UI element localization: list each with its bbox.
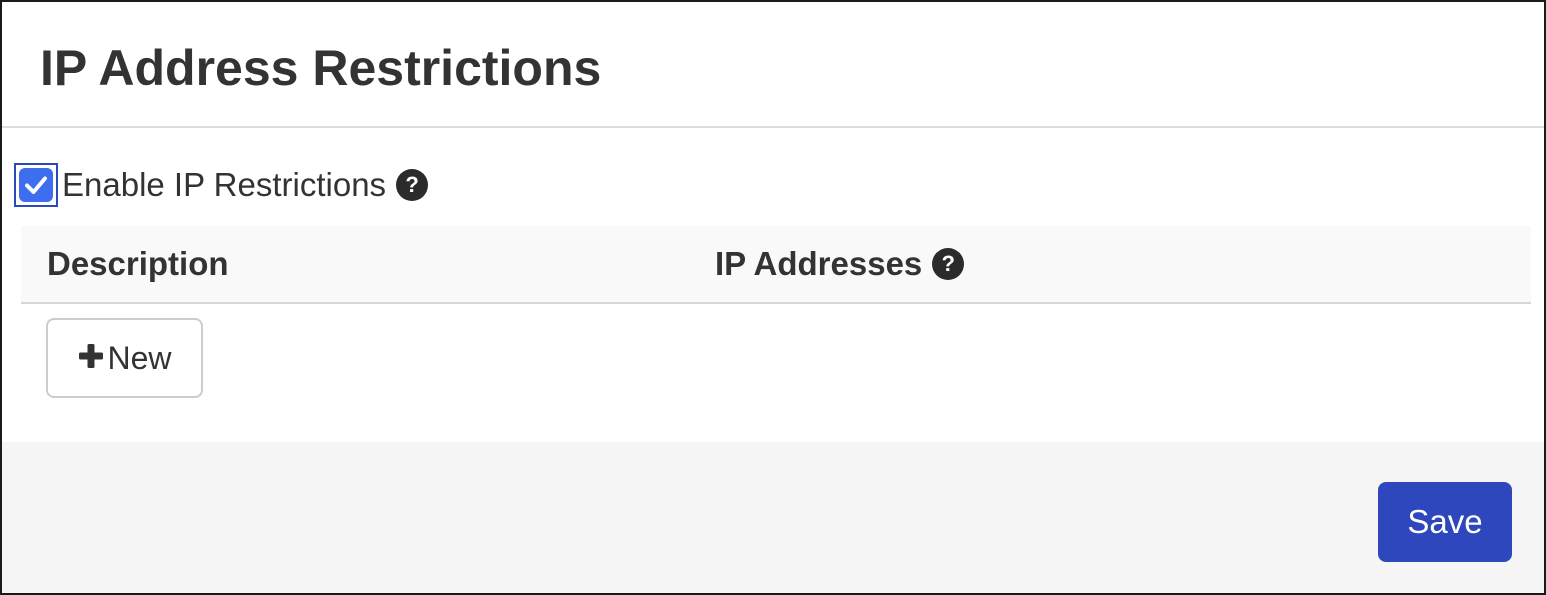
panel-header: IP Address Restrictions xyxy=(2,2,1544,128)
enable-ip-restrictions-label[interactable]: Enable IP Restrictions xyxy=(62,166,386,204)
ip-restrictions-panel: IP Address Restrictions Enable IP Restri… xyxy=(0,0,1546,595)
column-header-ip-addresses: IP Addresses ? xyxy=(715,226,965,302)
column-header-label: Description xyxy=(47,245,229,282)
question-circle-icon[interactable]: ? xyxy=(932,248,965,280)
save-button[interactable]: Save xyxy=(1378,482,1512,562)
question-circle-icon[interactable]: ? xyxy=(396,169,429,201)
enable-ip-restrictions-row: Enable IP Restrictions ? xyxy=(14,160,429,210)
column-header-description: Description xyxy=(47,226,229,302)
plus-icon-glyph xyxy=(79,344,104,368)
checkbox-checked-box xyxy=(19,168,53,202)
enable-ip-restrictions-checkbox[interactable] xyxy=(14,163,58,207)
panel-footer: Save xyxy=(2,442,1544,593)
ip-table-header: Description IP Addresses ? xyxy=(21,226,1531,304)
new-button-label: New xyxy=(107,339,172,376)
check-icon xyxy=(25,176,47,194)
new-ip-restriction-button[interactable]: New xyxy=(46,318,203,398)
column-header-label: IP Addresses xyxy=(715,245,923,282)
page-title: IP Address Restrictions xyxy=(40,40,602,96)
plus-icon xyxy=(77,340,105,376)
